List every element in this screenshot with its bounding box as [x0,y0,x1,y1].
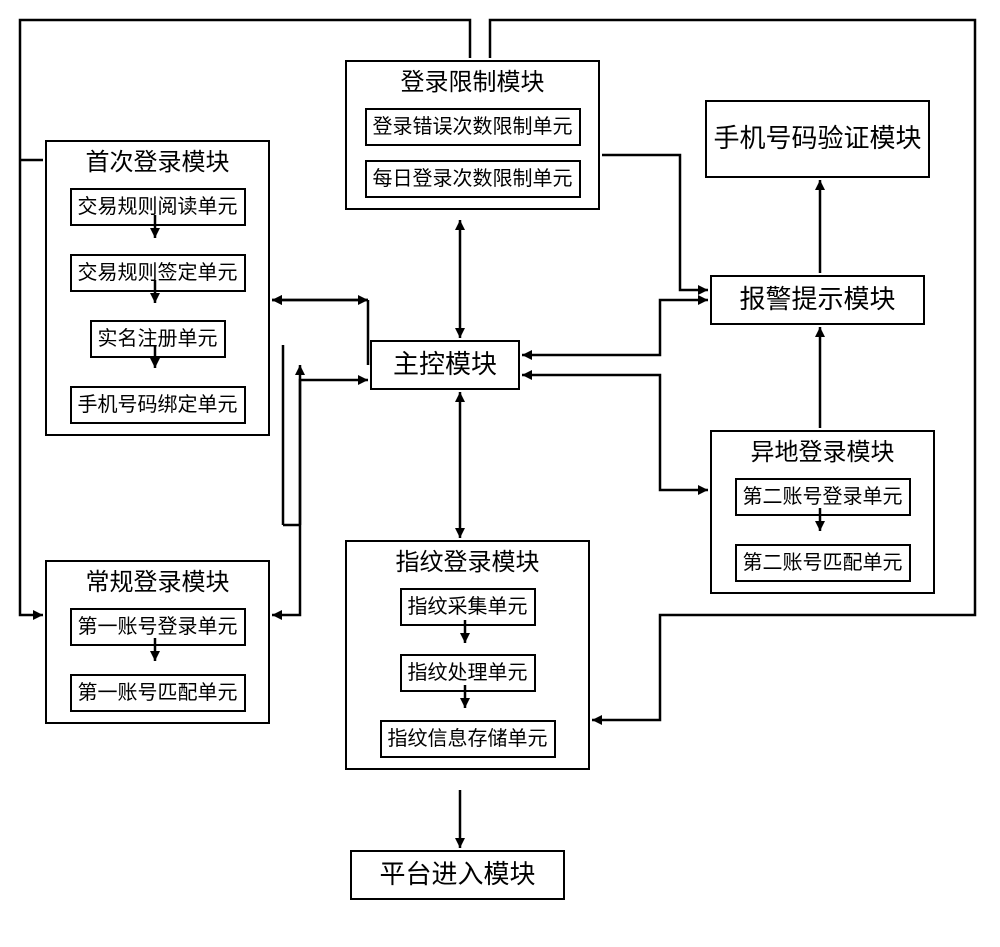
fingerprint-unit-0: 指纹采集单元 [400,588,536,626]
first-login-unit-2: 实名注册单元 [90,320,226,358]
alarm-module: 报警提示模块 [710,275,925,325]
first-login-unit-3: 手机号码绑定单元 [70,386,246,424]
remote-login-unit-1: 第二账号匹配单元 [735,544,911,582]
remote-login-module: 异地登录模块 第二账号登录单元 第二账号匹配单元 [710,430,935,594]
phone-verify-module: 手机号码验证模块 [705,100,930,178]
normal-login-module: 常规登录模块 第一账号登录单元 第一账号匹配单元 [45,560,270,724]
phone-verify-title: 手机号码验证模块 [713,123,921,156]
main-module: 主控模块 [370,340,520,390]
first-login-module: 首次登录模块 交易规则阅读单元 交易规则签定单元 实名注册单元 手机号码绑定单元 [45,140,270,436]
normal-login-unit-0: 第一账号登录单元 [70,608,246,646]
fingerprint-title: 指纹登录模块 [396,548,540,578]
remote-login-unit-0: 第二账号登录单元 [735,478,911,516]
main-module-title: 主控模块 [393,349,497,382]
normal-login-unit-1: 第一账号匹配单元 [70,674,246,712]
remote-login-title: 异地登录模块 [751,438,895,468]
platform-enter-title: 平台进入模块 [379,859,535,892]
first-login-unit-1: 交易规则签定单元 [70,254,246,292]
fingerprint-module: 指纹登录模块 指纹采集单元 指纹处理单元 指纹信息存储单元 [345,540,590,770]
login-limit-unit-0: 登录错误次数限制单元 [365,108,581,146]
first-login-title: 首次登录模块 [86,148,230,178]
platform-enter-module: 平台进入模块 [350,850,565,900]
normal-login-title: 常规登录模块 [86,568,230,598]
login-limit-unit-1: 每日登录次数限制单元 [365,160,581,198]
login-limit-title: 登录限制模块 [401,68,545,98]
login-limit-module: 登录限制模块 登录错误次数限制单元 每日登录次数限制单元 [345,60,600,210]
fingerprint-unit-2: 指纹信息存储单元 [380,720,556,758]
alarm-title: 报警提示模块 [739,284,895,317]
first-login-unit-0: 交易规则阅读单元 [70,188,246,226]
fingerprint-unit-1: 指纹处理单元 [400,654,536,692]
